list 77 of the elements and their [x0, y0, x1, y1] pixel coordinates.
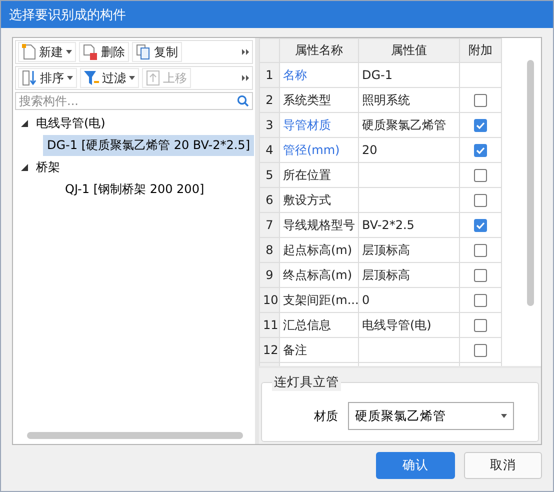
checkbox[interactable]: [474, 319, 487, 332]
tree-item[interactable]: 电线导管(电): [32, 112, 110, 134]
property-name: 汇总信息: [280, 312, 358, 338]
property-value: 20: [358, 138, 460, 162]
property-name: 管径(mm): [280, 138, 358, 162]
property-name: 名称: [280, 62, 358, 88]
material-dropdown[interactable]: 硬质聚氯乙烯管: [348, 402, 514, 430]
toolbar-button[interactable]: 新建: [18, 42, 76, 62]
property-value: DG-1: [358, 62, 460, 88]
checkbox[interactable]: [474, 344, 487, 358]
column-header: 属性值: [358, 38, 460, 62]
property-name: 起点标高(m): [280, 238, 358, 262]
row-number: 12: [260, 338, 280, 362]
column-header: 附加: [460, 38, 502, 62]
checkbox[interactable]: [474, 94, 487, 108]
move-up-icon: [146, 70, 160, 86]
checkbox[interactable]: [474, 169, 487, 182]
copy-icon: [136, 44, 151, 60]
checkbox[interactable]: [474, 144, 487, 158]
collapse-icon[interactable]: [21, 120, 28, 126]
filter-icon: [84, 70, 99, 86]
checkbox[interactable]: [474, 269, 487, 282]
property-name: 所在位置: [280, 162, 358, 188]
row-number: 5: [260, 162, 280, 188]
row-number: 8: [260, 238, 280, 262]
tree-item[interactable]: DG-1 [硬质聚氯乙烯管 20 BV-2*2.5]: [43, 134, 254, 156]
toolbar-button[interactable]: 过滤: [80, 68, 139, 88]
delete-document-icon: [83, 44, 98, 60]
property-name: 导线规格型号: [280, 212, 358, 238]
search-icon[interactable]: [237, 95, 249, 107]
property-value: 0: [358, 288, 460, 312]
toolbar-button[interactable]: 删除: [79, 42, 129, 62]
row-number: 1: [260, 62, 280, 88]
property-value: 层顶标高: [358, 262, 460, 288]
checkbox[interactable]: [474, 244, 487, 258]
row-number: 9: [260, 262, 280, 288]
overflow-icon[interactable]: [242, 49, 250, 55]
horizontal-scrollbar[interactable]: [27, 432, 243, 439]
checkbox[interactable]: [474, 219, 487, 232]
vertical-scrollbar[interactable]: [526, 60, 534, 306]
dialog-button[interactable]: 取消: [464, 452, 542, 479]
sort-icon: [22, 70, 37, 86]
column-header: 属性名称: [280, 38, 358, 62]
overflow-icon[interactable]: [242, 75, 250, 81]
toolbar-button[interactable]: 排序: [18, 68, 77, 88]
property-value: 照明系统: [358, 88, 460, 112]
row-number: 4: [260, 138, 280, 162]
row-number: 3: [260, 112, 280, 138]
tree-item[interactable]: QJ-1 [钢制桥架 200 200]: [61, 178, 208, 200]
property-name: 支架间距(m...: [280, 288, 358, 312]
row-number: 6: [260, 188, 280, 212]
checkbox[interactable]: [474, 294, 487, 308]
row-number: 2: [260, 88, 280, 112]
property-name: 导管材质: [280, 112, 358, 138]
group-title: 连灯具立管: [272, 374, 341, 391]
property-name: 系统类型: [280, 88, 358, 112]
window-title: 选择要识别成的构件: [1, 1, 553, 28]
collapse-icon[interactable]: [21, 164, 28, 170]
field-label: 材质: [313, 408, 339, 424]
row-number: 7: [260, 212, 280, 238]
property-value: BV-2*2.5: [358, 212, 460, 238]
search-field[interactable]: 搜索构件...: [15, 92, 253, 110]
checkbox[interactable]: [474, 194, 487, 208]
dialog-button[interactable]: 确认: [376, 452, 455, 479]
property-name: 备注: [280, 338, 358, 362]
property-value: 电线导管(电): [358, 312, 460, 338]
property-value: 硬质聚氯乙烯管: [358, 112, 460, 138]
row-number: 10: [260, 288, 280, 312]
property-name: 终点标高(m): [280, 262, 358, 288]
tree-item[interactable]: 桥架: [32, 156, 64, 178]
toolbar-button[interactable]: 复制: [132, 42, 182, 62]
checkbox[interactable]: [474, 119, 487, 132]
new-document-icon: [22, 44, 36, 60]
caret-icon: [501, 414, 507, 418]
property-value: 层顶标高: [358, 238, 460, 262]
property-name: 敷设方式: [280, 188, 358, 212]
row-number: 11: [260, 312, 280, 338]
